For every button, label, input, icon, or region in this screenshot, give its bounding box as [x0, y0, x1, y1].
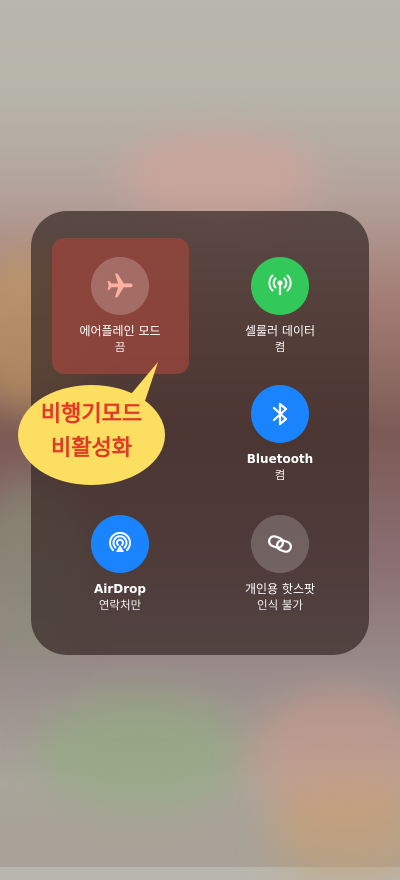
airplane-status: 끔: [114, 340, 126, 354]
hotspot-label: 개인용 핫스팟: [244, 582, 316, 596]
airdrop-status: 연락처만: [98, 598, 142, 612]
bluetooth-icon: [251, 385, 309, 443]
hotspot-link-icon: [251, 515, 309, 573]
airdrop-icon: [91, 515, 149, 573]
annotation-text: 비행기모드 비활성화: [18, 398, 165, 466]
cellular-data-toggle[interactable]: 셀룰러 데이터 켬: [200, 257, 360, 355]
bluetooth-label: Bluetooth: [246, 452, 314, 466]
cellular-status: 켬: [274, 340, 286, 354]
bluetooth-toggle[interactable]: Bluetooth 켬: [200, 385, 360, 483]
annotation-line-2: 비활성화: [51, 436, 132, 461]
annotation-line-1: 비행기모드: [40, 402, 143, 427]
personal-hotspot-toggle[interactable]: 개인용 핫스팟 인식 불가: [200, 515, 360, 613]
cellular-label: 셀룰러 데이터: [244, 324, 316, 338]
airplane-icon: [91, 257, 149, 315]
airdrop-label: AirDrop: [93, 582, 147, 596]
airplane-mode-toggle[interactable]: 에어플레인 모드 끔: [40, 257, 200, 355]
airdrop-toggle[interactable]: AirDrop 연락처만: [40, 515, 200, 613]
airplane-label: 에어플레인 모드: [79, 324, 161, 338]
bluetooth-status: 켬: [274, 468, 286, 482]
antenna-icon: [251, 257, 309, 315]
hotspot-status: 인식 불가: [257, 598, 303, 612]
